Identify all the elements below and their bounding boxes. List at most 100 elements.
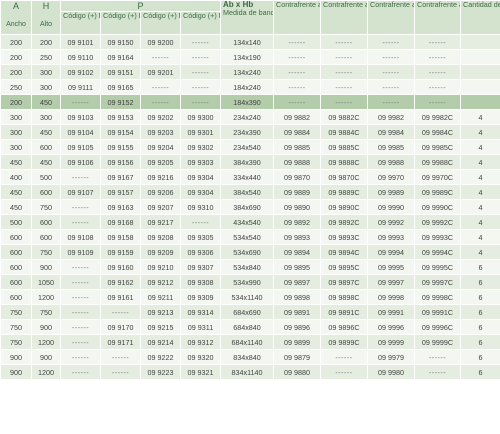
cell-cantidad-soportes [460, 64, 500, 80]
cell-codigo-300: ------ [179, 79, 222, 95]
cell-abulonado-ciego: 09 9997 [367, 274, 416, 290]
cell-abulonado-calado: 09 9985C [414, 139, 462, 155]
cell-abulonado-calado: 09 9984C [414, 124, 462, 140]
cell-ancho: 900 [0, 364, 32, 380]
cell-codigo-300: ------ [179, 34, 222, 50]
header-codigo-100: Código (+) Prof.: 100 [60, 11, 101, 35]
cell-cantidad-soportes: 4 [460, 139, 500, 155]
cell-codigo-150: ------ [100, 364, 141, 380]
cell-abulonado-calado: 09 9982C [414, 109, 462, 125]
cell-codigo-300: 09 9300 [179, 109, 222, 125]
cell-abulonado-ciego: 09 9991 [367, 304, 416, 320]
header-p: P [59, 0, 222, 12]
cell-abisagrado-calado: 09 9896C [320, 319, 369, 335]
table-body: 200 200 09 9101 09 9150 09 9200 ------ 134x140… [0, 34, 500, 380]
cell-abulonado-calado: 09 9994C [414, 244, 462, 260]
cell-codigo-225: ------ [140, 49, 181, 65]
cell-codigo-100: ------ [60, 349, 101, 365]
table-row: 900 1200 ------ ------ 09 9223 09 9321 834x114… [0, 364, 500, 380]
cell-ancho: 750 [0, 319, 32, 335]
cell-cantidad-soportes: 4 [460, 184, 500, 200]
header-cantidad-soportes: Cantidad de soportes para contra-frente … [460, 0, 500, 35]
cell-ancho: 300 [0, 109, 32, 125]
cell-cantidad-soportes: 6 [460, 334, 500, 350]
cell-cantidad-soportes [460, 94, 500, 110]
cell-abisagrado-ciego: 09 9879 [273, 349, 322, 365]
cell-codigo-225: 09 9207 [140, 199, 181, 215]
table-row: 500 600 ------ 09 9168 09 9217 ------ 434x540 0… [0, 214, 500, 230]
cell-alto: 300 [31, 109, 61, 125]
cell-codigo-225: 09 9223 [140, 364, 181, 380]
cell-abisagrado-calado: 09 9895C [320, 259, 369, 275]
cell-codigo-225: 09 9208 [140, 229, 181, 245]
cell-codigo-150: 09 9150 [100, 34, 141, 50]
cell-codigo-225: 09 9215 [140, 319, 181, 335]
table-row: 450 600 09 9107 09 9157 09 9206 09 9304 384x54… [0, 184, 500, 200]
cell-abisagrado-calado: 09 9898C [320, 289, 369, 305]
cell-abisagrado-calado: 09 9899C [320, 334, 369, 350]
cell-medida-bandeja: 184x240 [220, 79, 275, 95]
cell-codigo-150: 09 9151 [100, 64, 141, 80]
cell-codigo-150: 09 9165 [100, 79, 141, 95]
table-row: 450 750 ------ 09 9163 09 9207 09 9310 384x690… [0, 199, 500, 215]
cell-abisagrado-ciego: 09 9891 [273, 304, 322, 320]
table-row: 300 450 09 9104 09 9154 09 9203 09 9301 234x39… [0, 124, 500, 140]
cell-abisagrado-ciego: 09 9896 [273, 319, 322, 335]
cell-codigo-225: 09 9200 [140, 34, 181, 50]
cell-ancho: 500 [0, 214, 32, 230]
cell-codigo-300: 09 9303 [179, 154, 222, 170]
cell-codigo-150: 09 9164 [100, 49, 141, 65]
cell-codigo-225: 09 9206 [140, 184, 181, 200]
cell-abisagrado-calado: 09 9889C [320, 184, 369, 200]
table-row: 200 300 09 9102 09 9151 09 9201 ------ 134x240… [0, 64, 500, 80]
table-row: 200 250 09 9110 09 9164 ------ ------ 134x190-… [0, 49, 500, 65]
cell-codigo-225: 09 9204 [140, 139, 181, 155]
cell-ancho: 600 [0, 274, 32, 290]
cell-abisagrado-calado: ------ [320, 94, 369, 110]
cell-cantidad-soportes [460, 79, 500, 95]
cell-cantidad-soportes: 6 [460, 364, 500, 380]
cell-abisagrado-ciego: 09 9870 [273, 169, 322, 185]
cell-abulonado-calado: ------ [414, 49, 462, 65]
cell-cantidad-soportes [460, 49, 500, 65]
cell-abulonado-calado: 09 9990C [414, 199, 462, 215]
cell-codigo-225: 09 9211 [140, 289, 181, 305]
cell-abulonado-calado: ------ [414, 364, 462, 380]
header-abhb: Ab x Hb Medida de bandeja [220, 0, 275, 35]
cell-ancho: 600 [0, 244, 32, 260]
cell-codigo-150: 09 9156 [100, 154, 141, 170]
cell-abulonado-calado: ------ [414, 349, 462, 365]
cell-codigo-150: 09 9162 [100, 274, 141, 290]
header-medida: Medida de bandeja [223, 8, 273, 17]
cell-alto: 750 [31, 244, 61, 260]
cell-abisagrado-calado: 09 9870C [320, 169, 369, 185]
cell-abulonado-ciego: ------ [367, 64, 416, 80]
cell-codigo-100: 09 9105 [60, 139, 101, 155]
table-row: 750 1200 ------ 09 9171 09 9214 09 9312 684x11… [0, 334, 500, 350]
cell-codigo-300: 09 9321 [179, 364, 222, 380]
header-codigo-225: Código (+) Prof.: 225 [140, 11, 181, 35]
cell-alto: 600 [31, 139, 61, 155]
cell-codigo-150: 09 9154 [100, 124, 141, 140]
cell-abulonado-ciego: 09 9996 [367, 319, 416, 335]
cell-cantidad-soportes: 4 [460, 229, 500, 245]
cell-medida-bandeja: 534x990 [220, 274, 275, 290]
cell-alto: 450 [31, 94, 61, 110]
cell-alto: 1200 [31, 289, 61, 305]
cell-abisagrado-ciego: 09 9889 [273, 184, 322, 200]
cell-ancho: 600 [0, 229, 32, 245]
cell-cantidad-soportes [460, 34, 500, 50]
cell-ancho: 300 [0, 139, 32, 155]
cell-alto: 500 [31, 169, 61, 185]
cell-codigo-100: ------ [60, 364, 101, 380]
cell-abisagrado-ciego: 09 9892 [273, 214, 322, 230]
cell-alto: 200 [31, 34, 61, 50]
cell-abulonado-calado: 09 9991C [414, 304, 462, 320]
cell-abulonado-ciego: 09 9970 [367, 169, 416, 185]
cell-abisagrado-ciego: 09 9888 [273, 154, 322, 170]
cell-codigo-100: 09 9106 [60, 154, 101, 170]
cell-codigo-100: 09 9103 [60, 109, 101, 125]
cell-codigo-100: 09 9110 [60, 49, 101, 65]
cell-abulonado-ciego: 09 9979 [367, 349, 416, 365]
cell-codigo-100: ------ [60, 319, 101, 335]
